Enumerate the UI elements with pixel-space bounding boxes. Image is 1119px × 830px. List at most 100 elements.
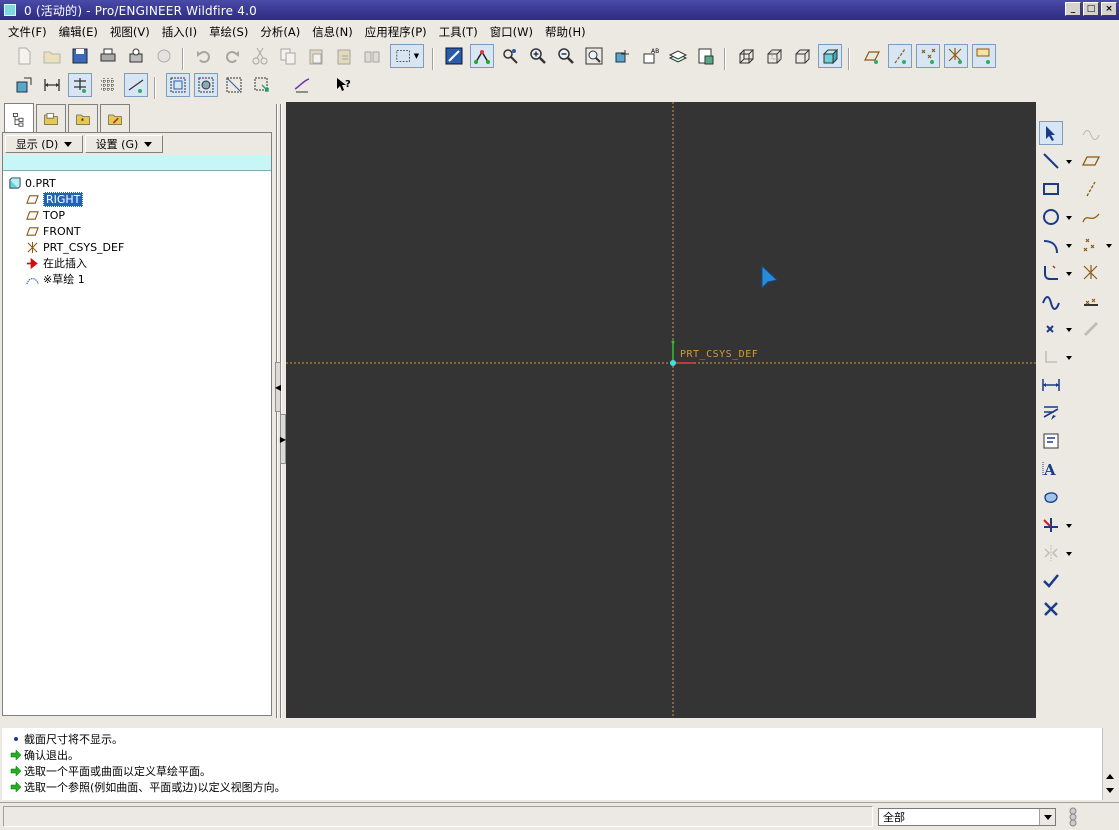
- app-icon[interactable]: [4, 4, 16, 16]
- constraint-display-icon[interactable]: [68, 73, 92, 97]
- menu-edit[interactable]: 编辑(E): [53, 22, 104, 42]
- menu-applications[interactable]: 应用程序(P): [359, 22, 433, 42]
- orient-icon[interactable]: [610, 44, 634, 68]
- tree-item-csys[interactable]: PRT_CSYS_DEF: [3, 239, 271, 255]
- annotation-display-icon[interactable]: [972, 44, 996, 68]
- show-dropdown-button[interactable]: 显示 (D): [5, 135, 83, 153]
- connections-tab[interactable]: [100, 104, 130, 132]
- select-arrow-icon[interactable]: [1039, 121, 1063, 145]
- redo-icon[interactable]: [220, 44, 244, 68]
- new-icon[interactable]: [12, 44, 36, 68]
- overlap-icon[interactable]: [166, 73, 190, 97]
- menu-insert[interactable]: 插入(I): [156, 22, 203, 42]
- menu-sketch[interactable]: 草绘(S): [203, 22, 254, 42]
- panel-splitter[interactable]: ◀ ▶: [274, 104, 286, 718]
- point-icon[interactable]: [1039, 317, 1063, 341]
- repaint-icon[interactable]: [498, 44, 522, 68]
- line-icon[interactable]: [1039, 149, 1063, 173]
- sketch-display-icon[interactable]: [470, 44, 494, 68]
- zoom-in-icon[interactable]: [526, 44, 550, 68]
- menu-view[interactable]: 视图(V): [104, 22, 156, 42]
- line-dropdown-arrow[interactable]: [1066, 160, 1072, 164]
- fillet-icon[interactable]: [1039, 261, 1063, 285]
- tree-item-front-plane[interactable]: FRONT: [3, 223, 271, 239]
- spline-icon[interactable]: [1039, 289, 1063, 313]
- paste-special-icon[interactable]: [332, 44, 356, 68]
- minimize-button[interactable]: _: [1065, 2, 1081, 16]
- sketcher-palette-icon[interactable]: [290, 73, 314, 97]
- fillet-dropdown-arrow[interactable]: [1066, 272, 1072, 276]
- trim-dropdown-arrow[interactable]: [1066, 524, 1072, 528]
- menu-info[interactable]: 信息(N): [306, 22, 359, 42]
- axis-icon[interactable]: [1079, 177, 1103, 201]
- analysis-icon[interactable]: [1079, 289, 1103, 313]
- palette-icon[interactable]: [1039, 485, 1063, 509]
- regenerate-icon[interactable]: [360, 44, 384, 68]
- shading-icon[interactable]: [818, 44, 842, 68]
- rectangle-icon[interactable]: [1039, 177, 1063, 201]
- model-tree-filter-bar[interactable]: [3, 155, 271, 171]
- menu-file[interactable]: 文件(F): [2, 22, 53, 42]
- favorites-tab[interactable]: *: [68, 104, 98, 132]
- open-icon[interactable]: [40, 44, 64, 68]
- wireframe-icon[interactable]: [734, 44, 758, 68]
- settings-dropdown-button[interactable]: 设置 (G): [85, 135, 163, 153]
- csys-display-icon[interactable]: [944, 44, 968, 68]
- arc-dropdown-arrow[interactable]: [1066, 244, 1072, 248]
- circle-icon[interactable]: [1039, 205, 1063, 229]
- intent-manager-icon[interactable]: [250, 73, 274, 97]
- model-tree-tab[interactable]: [4, 103, 34, 133]
- menu-help[interactable]: 帮助(H): [539, 22, 592, 42]
- curve-icon[interactable]: [1079, 205, 1103, 229]
- rename-icon[interactable]: [152, 44, 176, 68]
- tree-item-right-plane[interactable]: RIGHT: [3, 191, 271, 207]
- menu-analysis[interactable]: 分析(A): [254, 22, 306, 42]
- datum-point-dropdown-arrow[interactable]: [1106, 244, 1112, 248]
- datum-csys-icon[interactable]: [1079, 261, 1103, 285]
- tree-item-insert-here[interactable]: 在此插入: [3, 255, 271, 271]
- dimension-icon[interactable]: [1039, 373, 1063, 397]
- print-icon[interactable]: [96, 44, 120, 68]
- text-icon[interactable]: A: [1039, 457, 1063, 481]
- done-check-icon[interactable]: [1039, 569, 1063, 593]
- message-scrollbar[interactable]: [1102, 728, 1117, 800]
- save-icon[interactable]: [68, 44, 92, 68]
- undo-icon[interactable]: [192, 44, 216, 68]
- point-dropdown-arrow[interactable]: [1066, 328, 1072, 332]
- sketch-view-icon[interactable]: [442, 44, 466, 68]
- dimension-display-icon[interactable]: [40, 73, 64, 97]
- datum-point-display-icon[interactable]: [916, 44, 940, 68]
- close-button[interactable]: ×: [1101, 2, 1117, 16]
- zoom-out-icon[interactable]: [554, 44, 578, 68]
- collapse-left-grip[interactable]: ◀: [275, 362, 281, 412]
- tree-item-top-plane[interactable]: TOP: [3, 207, 271, 223]
- scroll-down-icon[interactable]: [1106, 788, 1114, 793]
- menu-tools[interactable]: 工具(T): [433, 22, 484, 42]
- mirror-dropdown-arrow[interactable]: [1066, 552, 1072, 556]
- quit-x-icon[interactable]: [1039, 597, 1063, 621]
- datum-axis-display-icon[interactable]: [888, 44, 912, 68]
- select-box-icon[interactable]: ▼: [390, 44, 424, 68]
- constraints-icon[interactable]: [1039, 429, 1063, 453]
- link-icon[interactable]: [1079, 317, 1103, 341]
- scroll-up-icon[interactable]: [1106, 774, 1114, 779]
- copy-icon[interactable]: [276, 44, 300, 68]
- selection-filter-select[interactable]: 全部: [878, 808, 1056, 826]
- menu-window[interactable]: 窗口(W): [484, 22, 539, 42]
- mirror-icon[interactable]: [1039, 541, 1063, 565]
- no-hidden-icon[interactable]: [790, 44, 814, 68]
- grid-display-icon[interactable]: [96, 73, 120, 97]
- whats-this-icon[interactable]: ?: [332, 73, 356, 97]
- shade-closed-icon[interactable]: [194, 73, 218, 97]
- folder-browser-tab[interactable]: [36, 104, 66, 132]
- vertex-display-icon[interactable]: [124, 73, 148, 97]
- coordinate-system-icon[interactable]: [1039, 345, 1063, 369]
- cut-icon[interactable]: [248, 44, 272, 68]
- arc-icon[interactable]: [1039, 233, 1063, 257]
- modify-icon[interactable]: [1039, 401, 1063, 425]
- refit-icon[interactable]: [582, 44, 606, 68]
- datum-point-icon[interactable]: [1079, 233, 1103, 257]
- paste-icon[interactable]: [304, 44, 328, 68]
- layers-icon[interactable]: [666, 44, 690, 68]
- csys-dropdown-arrow[interactable]: [1066, 356, 1072, 360]
